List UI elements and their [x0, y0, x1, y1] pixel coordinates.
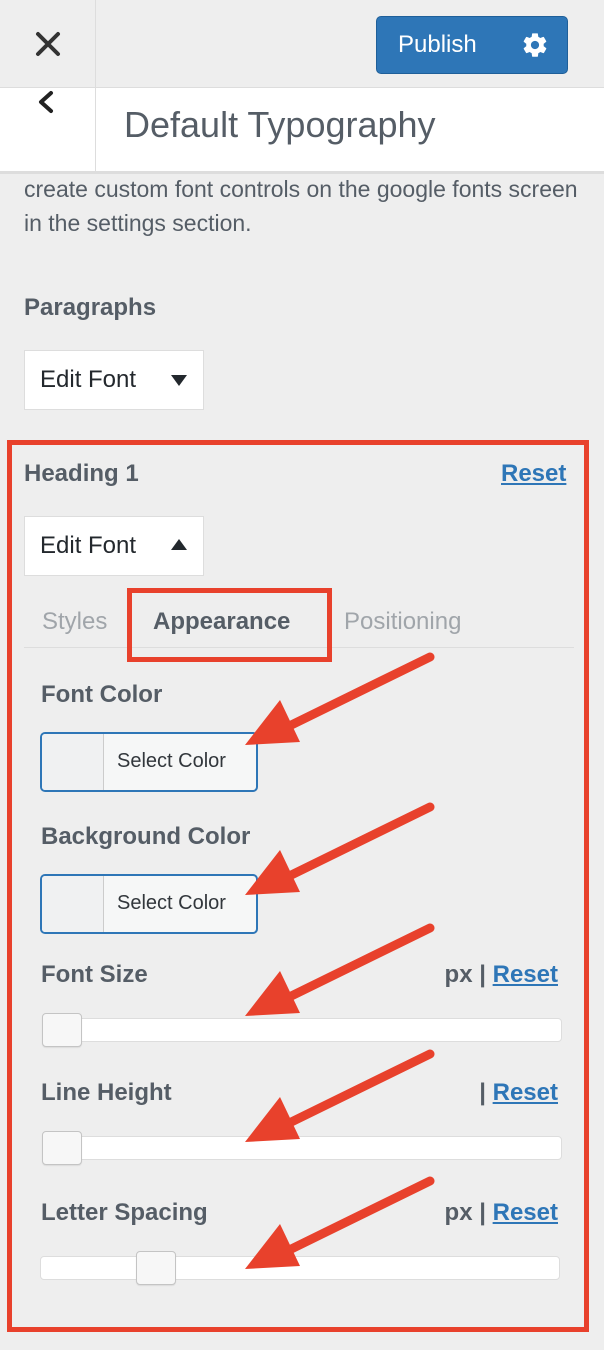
arrow-font-size [270, 923, 435, 1009]
arrow-background-color [270, 802, 435, 888]
arrow-letter-spacing [270, 1176, 435, 1262]
arrow-line-height [270, 1049, 435, 1135]
annotation-arrows [245, 652, 435, 1269]
arrow-font-color [270, 652, 435, 738]
